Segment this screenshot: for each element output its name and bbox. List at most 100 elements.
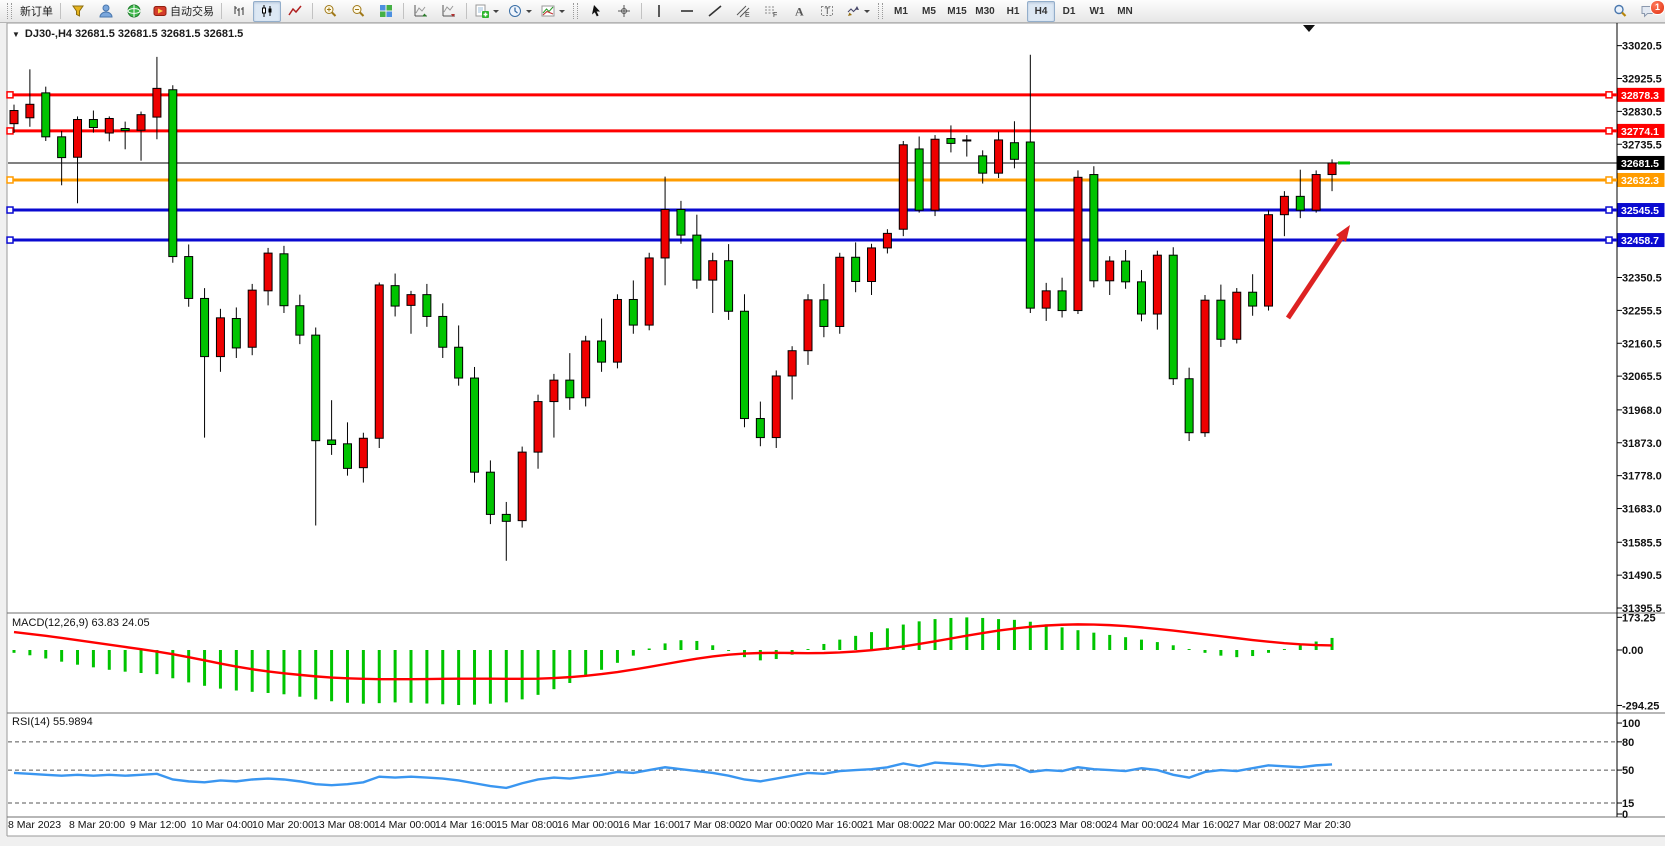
notifications-button[interactable]: 1 xyxy=(1634,1,1662,22)
price-tick: 32350.5 xyxy=(1622,273,1662,285)
toolbar-separator xyxy=(221,3,222,19)
time-label: 16 Mar 16:00 xyxy=(618,819,680,831)
zoom-in-button[interactable] xyxy=(316,1,344,22)
globe-icon xyxy=(126,3,142,19)
timeframe-h4-button-label: H4 xyxy=(1035,6,1048,17)
price-tick: 32830.5 xyxy=(1622,106,1662,118)
candle xyxy=(471,367,479,483)
price-label: 32545.5 xyxy=(1618,203,1665,217)
periods-button[interactable] xyxy=(503,1,536,22)
line-handle[interactable] xyxy=(1606,128,1612,134)
timeframe-mn-button[interactable]: MN xyxy=(1111,1,1139,22)
crosshair-icon xyxy=(616,3,632,19)
chart-title-text: DJ30-,H4 32681.5 32681.5 32681.5 32681.5 xyxy=(25,28,243,40)
channel-button[interactable]: E xyxy=(729,1,757,22)
timeframe-h1-button[interactable]: H1 xyxy=(999,1,1027,22)
line-handle[interactable] xyxy=(1606,207,1612,213)
horizontal-line-button[interactable] xyxy=(673,1,701,22)
price-tick: 32160.5 xyxy=(1622,338,1662,350)
timeframe-h4-button[interactable]: H4 xyxy=(1027,1,1055,22)
crosshair-button[interactable] xyxy=(610,1,638,22)
autotrading-button-label: 自动交易 xyxy=(170,3,214,19)
price-tick: 32925.5 xyxy=(1622,74,1662,86)
line-handle[interactable] xyxy=(7,92,13,98)
chevron-down-icon xyxy=(526,10,532,13)
channel-icon: E xyxy=(735,3,751,19)
new-order-button[interactable]: 新订单 xyxy=(16,1,57,22)
chart-shift-button[interactable] xyxy=(435,1,463,22)
time-label: 22 Mar 16:00 xyxy=(984,819,1046,831)
candle xyxy=(1312,170,1320,212)
line-handle[interactable] xyxy=(1606,177,1612,183)
macd-tick: 0.00 xyxy=(1622,645,1643,657)
candle xyxy=(248,284,256,355)
line-chart-button[interactable] xyxy=(281,1,309,22)
time-label: 22 Mar 00:00 xyxy=(923,819,985,831)
user-icon xyxy=(98,3,114,19)
toolbar-separator xyxy=(466,3,467,19)
timeframe-m1-button[interactable]: M1 xyxy=(887,1,915,22)
text-button[interactable]: A xyxy=(785,1,813,22)
toolbar-separator xyxy=(312,3,313,19)
auto-scroll-button[interactable] xyxy=(407,1,435,22)
profile-button[interactable] xyxy=(92,1,120,22)
timeframe-d1-button[interactable]: D1 xyxy=(1055,1,1083,22)
line-handle[interactable] xyxy=(1606,237,1612,243)
price-tick: 31585.5 xyxy=(1622,537,1662,549)
price-chart[interactable]: 33020.532925.532830.532735.532350.532255… xyxy=(0,23,1665,846)
price-tick: 33020.5 xyxy=(1622,41,1662,53)
rsi-tick: 80 xyxy=(1622,737,1634,749)
text-label-button[interactable]: T xyxy=(813,1,841,22)
line-handle[interactable] xyxy=(7,237,13,243)
search-button[interactable] xyxy=(1606,1,1634,22)
svg-text:32878.3: 32878.3 xyxy=(1621,90,1659,102)
timeframe-m30-button[interactable]: M30 xyxy=(971,1,999,22)
arrows-icon xyxy=(845,3,861,19)
line-handle[interactable] xyxy=(1606,92,1612,98)
vertical-line-button[interactable] xyxy=(645,1,673,22)
timeframe-m5-button[interactable]: M5 xyxy=(915,1,943,22)
time-label: 15 Mar 08:00 xyxy=(496,819,558,831)
search-icon xyxy=(1612,3,1628,19)
funnel-button[interactable] xyxy=(64,1,92,22)
candle-chart-button[interactable] xyxy=(253,1,281,22)
toolbar-grip xyxy=(878,3,883,19)
rsi-tick: 0 xyxy=(1622,809,1628,821)
candle xyxy=(836,253,844,334)
price-label: 32878.3 xyxy=(1618,88,1665,102)
community-button[interactable] xyxy=(120,1,148,22)
arrows-button[interactable] xyxy=(841,1,874,22)
line-handle[interactable] xyxy=(7,128,13,134)
timeframe-h1-button-label: H1 xyxy=(1007,6,1020,17)
candle xyxy=(1201,295,1209,437)
zoom-out-button[interactable] xyxy=(344,1,372,22)
svg-text:A: A xyxy=(795,5,804,19)
timeframe-w1-button[interactable]: W1 xyxy=(1083,1,1111,22)
chart-menu-icon[interactable]: ▼ xyxy=(12,30,20,39)
candle xyxy=(1233,288,1241,343)
bar-chart-button[interactable] xyxy=(225,1,253,22)
clock-icon xyxy=(507,3,523,19)
tile-windows-button[interactable] xyxy=(372,1,400,22)
price-label: 32458.7 xyxy=(1618,233,1665,247)
line-handle[interactable] xyxy=(7,207,13,213)
svg-text:32681.5: 32681.5 xyxy=(1621,158,1659,170)
candle xyxy=(931,135,939,216)
candle xyxy=(280,246,288,313)
price-tick: 31490.5 xyxy=(1622,570,1662,582)
price-label: 32681.5 xyxy=(1618,156,1665,170)
autotrading-button[interactable]: 自动交易 xyxy=(148,1,218,22)
templates-button[interactable] xyxy=(536,1,569,22)
cursor-button[interactable] xyxy=(582,1,610,22)
fibonacci-button[interactable]: F xyxy=(757,1,785,22)
time-label: 23 Mar 08:00 xyxy=(1045,819,1107,831)
timeframe-m15-button[interactable]: M15 xyxy=(943,1,971,22)
candle-chart-icon xyxy=(259,3,275,19)
svg-text:32545.5: 32545.5 xyxy=(1621,205,1659,217)
indicators-button[interactable] xyxy=(470,1,503,22)
price-tick: 31873.0 xyxy=(1622,438,1662,450)
candle xyxy=(375,283,383,448)
trendline-button[interactable] xyxy=(701,1,729,22)
svg-text:F: F xyxy=(773,12,777,19)
line-handle[interactable] xyxy=(7,177,13,183)
